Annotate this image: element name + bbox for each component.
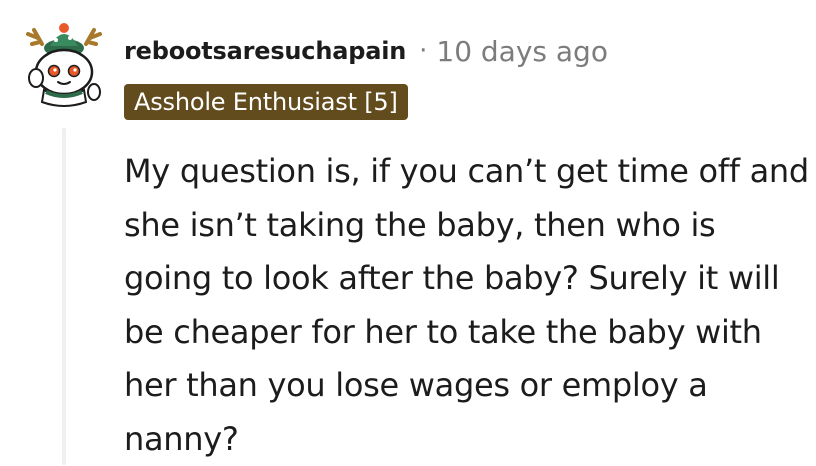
comment: rebootsaresuchapain · 10 days ago Asshol… <box>0 0 816 465</box>
username-link[interactable]: rebootsaresuchapain <box>124 37 406 65</box>
timestamp[interactable]: 10 days ago <box>436 35 608 68</box>
user-flair-badge: Asshole Enthusiast [5] <box>124 84 408 120</box>
comment-body: My question is, if you can’t get time of… <box>124 152 809 458</box>
user-avatar[interactable] <box>20 16 110 108</box>
snoo-avatar-antlers-icon <box>26 23 102 107</box>
separator-dot: · <box>419 36 428 66</box>
thread-line[interactable] <box>62 128 66 465</box>
comment-header: rebootsaresuchapain · 10 days ago <box>124 30 608 72</box>
